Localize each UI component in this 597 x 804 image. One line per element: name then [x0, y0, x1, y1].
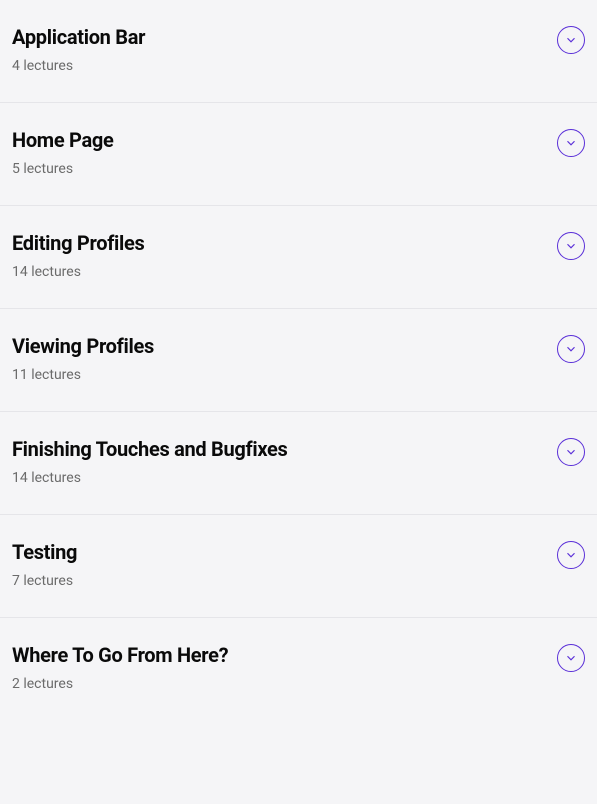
section-subtitle: 7 lectures — [12, 573, 557, 589]
expand-button[interactable] — [557, 644, 585, 672]
accordion-item[interactable]: Home Page 5 lectures — [0, 103, 597, 206]
accordion-item[interactable]: Viewing Profiles 11 lectures — [0, 309, 597, 412]
section-subtitle: 11 lectures — [12, 367, 557, 383]
chevron-down-icon — [564, 33, 578, 47]
expand-button[interactable] — [557, 26, 585, 54]
chevron-down-icon — [564, 445, 578, 459]
accordion-content: Application Bar 4 lectures — [12, 24, 557, 74]
section-subtitle: 14 lectures — [12, 470, 557, 486]
expand-button[interactable] — [557, 541, 585, 569]
expand-button[interactable] — [557, 335, 585, 363]
section-title: Finishing Touches and Bugfixes — [12, 436, 557, 462]
accordion-item[interactable]: Testing 7 lectures — [0, 515, 597, 618]
section-title: Where To Go From Here? — [12, 642, 557, 668]
accordion-item[interactable]: Finishing Touches and Bugfixes 14 lectur… — [0, 412, 597, 515]
expand-button[interactable] — [557, 438, 585, 466]
section-title: Viewing Profiles — [12, 333, 557, 359]
section-title: Home Page — [12, 127, 557, 153]
section-subtitle: 14 lectures — [12, 264, 557, 280]
section-title: Editing Profiles — [12, 230, 557, 256]
accordion-item[interactable]: Where To Go From Here? 2 lectures — [0, 618, 597, 720]
accordion-content: Home Page 5 lectures — [12, 127, 557, 177]
accordion-content: Finishing Touches and Bugfixes 14 lectur… — [12, 436, 557, 486]
chevron-down-icon — [564, 342, 578, 356]
section-subtitle: 4 lectures — [12, 58, 557, 74]
chevron-down-icon — [564, 136, 578, 150]
accordion-content: Testing 7 lectures — [12, 539, 557, 589]
accordion-content: Viewing Profiles 11 lectures — [12, 333, 557, 383]
section-subtitle: 5 lectures — [12, 161, 557, 177]
accordion-item[interactable]: Editing Profiles 14 lectures — [0, 206, 597, 309]
section-subtitle: 2 lectures — [12, 676, 557, 692]
course-sections-accordion: Application Bar 4 lectures Home Page 5 l… — [0, 0, 597, 720]
section-title: Testing — [12, 539, 557, 565]
chevron-down-icon — [564, 239, 578, 253]
expand-button[interactable] — [557, 129, 585, 157]
accordion-content: Where To Go From Here? 2 lectures — [12, 642, 557, 692]
expand-button[interactable] — [557, 232, 585, 260]
accordion-content: Editing Profiles 14 lectures — [12, 230, 557, 280]
chevron-down-icon — [564, 548, 578, 562]
accordion-item[interactable]: Application Bar 4 lectures — [0, 0, 597, 103]
chevron-down-icon — [564, 651, 578, 665]
section-title: Application Bar — [12, 24, 557, 50]
